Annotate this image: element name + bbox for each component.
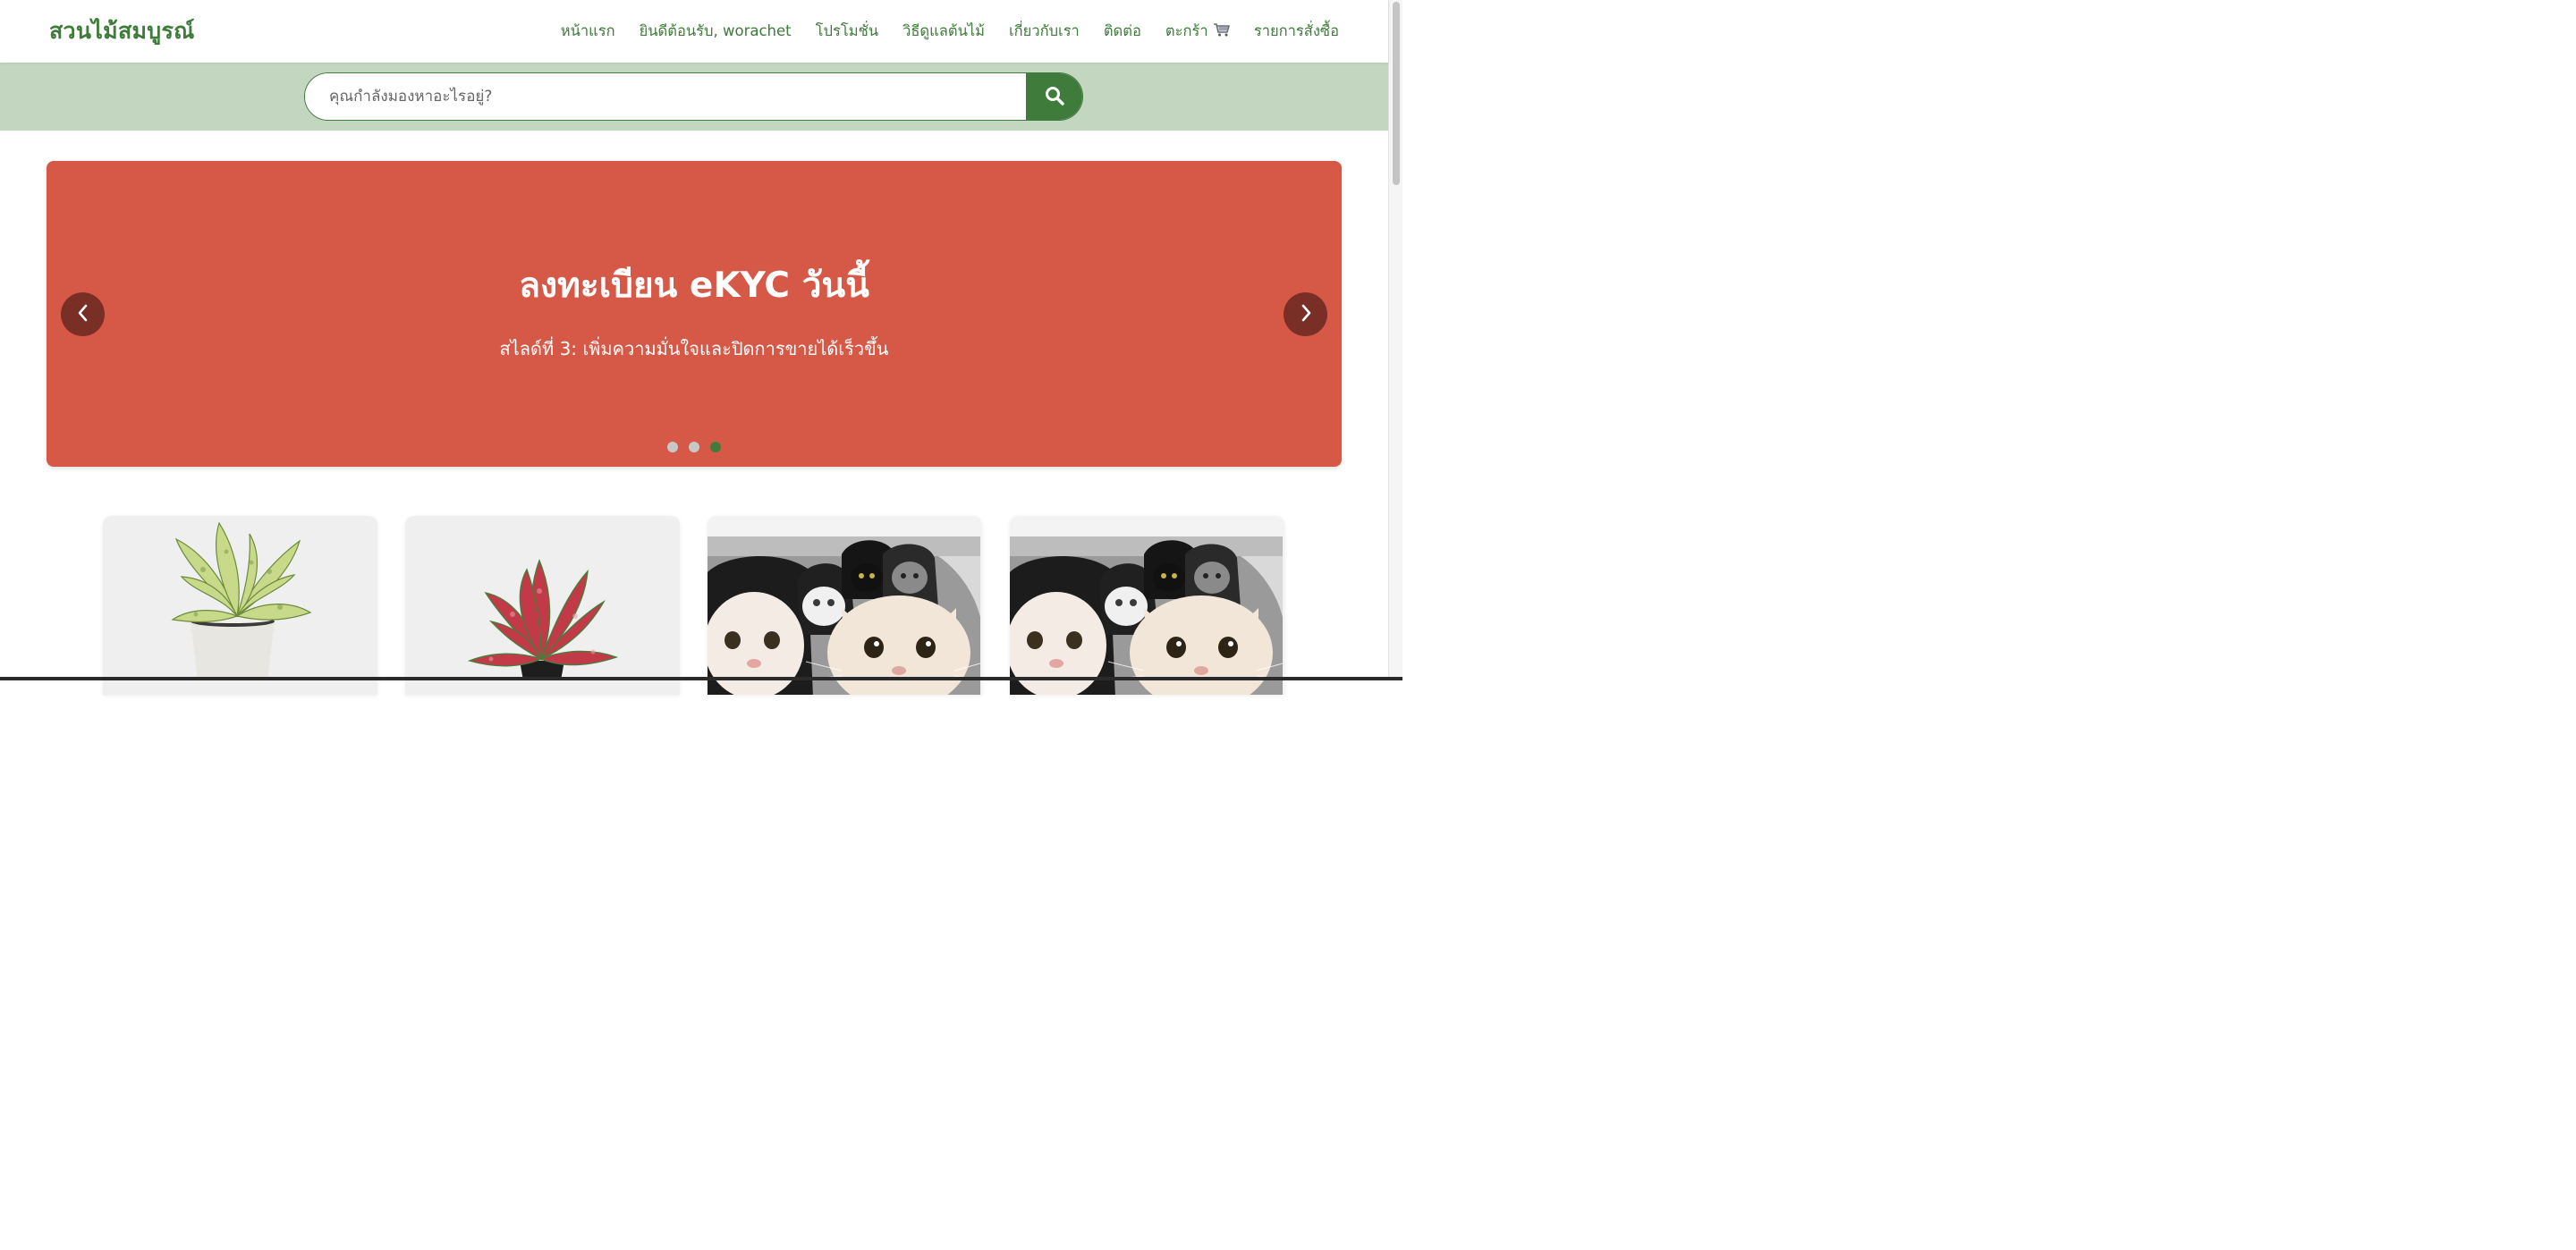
window-bottom-edge bbox=[0, 677, 1402, 680]
search-band bbox=[0, 63, 1388, 131]
nav-welcome-user[interactable]: ยินดีต้อนรับ, worachet bbox=[640, 20, 792, 43]
search-bar bbox=[304, 72, 1083, 121]
product-image-red-aglaonema bbox=[467, 559, 619, 680]
nav-cart-label: ตะกร้า bbox=[1165, 22, 1208, 39]
carousel-dot-3[interactable] bbox=[710, 442, 721, 452]
product-image-cats-photo bbox=[1010, 536, 1283, 695]
scrollbar-thumb[interactable] bbox=[1393, 2, 1400, 185]
hero-carousel: ลงทะเบียน eKYC วันนี้ สไลด์ที่ 3: เพิ่มค… bbox=[47, 161, 1342, 467]
top-navbar: สวนไม้สมบูรณ์ หน้าแรก ยินดีต้อนรับ, wora… bbox=[0, 0, 1388, 63]
slide-title: ลงทะเบียน eKYC วันนี้ bbox=[519, 266, 869, 306]
product-grid bbox=[103, 516, 1285, 695]
main-nav: หน้าแรก ยินดีต้อนรับ, worachet โปรโมชั่น… bbox=[561, 20, 1339, 43]
chevron-right-icon bbox=[1299, 304, 1313, 325]
carousel-next-button[interactable] bbox=[1284, 292, 1327, 336]
product-card[interactable] bbox=[103, 516, 377, 695]
product-card[interactable] bbox=[405, 516, 680, 695]
nav-cart[interactable]: ตะกร้า bbox=[1165, 20, 1230, 43]
carousel-prev-button[interactable] bbox=[61, 292, 105, 336]
carousel-dot-2[interactable] bbox=[689, 442, 699, 452]
slide-subtitle: สไลด์ที่ 3: เพิ่มความมั่นใจและปิดการขายไ… bbox=[499, 338, 889, 359]
nav-plant-care[interactable]: วิธีดูแลต้นไม้ bbox=[902, 20, 985, 43]
product-image-cats-photo bbox=[708, 536, 980, 695]
product-card[interactable] bbox=[708, 516, 982, 695]
nav-orders[interactable]: รายการสั่งซื้อ bbox=[1254, 20, 1339, 43]
search-icon bbox=[1045, 86, 1064, 108]
product-image-variegated-plant bbox=[171, 521, 312, 680]
page-scrollbar[interactable] bbox=[1388, 0, 1402, 680]
search-button[interactable] bbox=[1026, 73, 1082, 120]
cart-icon bbox=[1213, 23, 1230, 39]
product-card[interactable] bbox=[1010, 516, 1284, 695]
nav-about[interactable]: เกี่ยวกับเรา bbox=[1009, 20, 1080, 43]
nav-contact[interactable]: ติดต่อ bbox=[1104, 20, 1141, 43]
site-brand-logo[interactable]: สวนไม้สมบูรณ์ bbox=[49, 13, 195, 49]
carousel-indicators bbox=[47, 442, 1342, 452]
chevron-left-icon bbox=[76, 304, 90, 325]
nav-home[interactable]: หน้าแรก bbox=[561, 20, 615, 43]
search-input[interactable] bbox=[305, 73, 1026, 120]
nav-promotions[interactable]: โปรโมชั่น bbox=[816, 20, 878, 43]
carousel-dot-1[interactable] bbox=[667, 442, 678, 452]
